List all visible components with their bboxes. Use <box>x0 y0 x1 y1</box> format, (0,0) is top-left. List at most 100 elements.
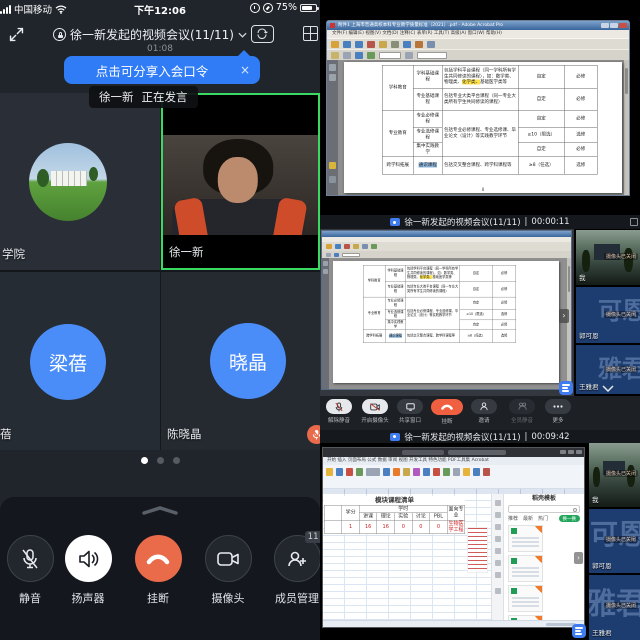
meeting-lock-icon <box>53 28 66 41</box>
minimize-icon[interactable] <box>8 26 25 43</box>
acrobat-document-area: 学科教育 学科基础课程 包括学科平台课程（同一学科所有学生共同修读的课程），如：… <box>322 258 571 389</box>
acrobat-window-mini: 学科教育 学科基础课程 包括学科平台课程（同一学科所有学生共同修读的课程），如：… <box>321 230 572 390</box>
participant-name-label: 我 <box>592 494 599 504</box>
avatar-initials: 可恩 <box>598 291 640 326</box>
meeting-app-icon <box>390 433 400 441</box>
window-controls[interactable] <box>601 23 627 28</box>
mute-all-button[interactable]: 全员静音 <box>504 399 540 424</box>
unmute-button[interactable]: 解除静音 <box>321 399 357 424</box>
participant-tile-wangyajun[interactable]: 雅君 摄像头已关闭 王雅君 <box>589 575 640 640</box>
pouch-icon[interactable] <box>329 162 336 169</box>
share-window-icon <box>406 403 415 411</box>
avatar-initials: 可恩 <box>590 513 640 553</box>
ribbon[interactable] <box>323 465 584 489</box>
acrobat-toolbar[interactable] <box>327 38 629 49</box>
acrobat-title-bar[interactable]: 附件1 上海市普通高校本科专业教学质量标准（2021）.pdf - Adobe … <box>327 21 629 30</box>
docer-tab-recommend[interactable]: 推荐 <box>508 515 518 522</box>
excel-title-bar[interactable] <box>323 448 584 457</box>
tooltip-text: 点击可分享入会口令 <box>64 61 240 80</box>
layout-grid-icon[interactable] <box>303 26 318 41</box>
switch-camera-icon[interactable] <box>251 25 274 43</box>
camera-off-label: 摄像头已关闭 <box>604 366 638 373</box>
members-button[interactable]: 11 成员管理 <box>267 535 320 606</box>
acrobat-side-panel[interactable] <box>327 60 338 195</box>
video-cell-chenxiaojing[interactable]: 晓晶 陈晓晶 <box>161 272 320 450</box>
share-window-button[interactable]: 共享窗口 <box>392 399 428 424</box>
members-label: 成员管理 <box>267 590 320 606</box>
camera-off-label: 摄像头已关闭 <box>604 311 638 318</box>
speaker-status: 正在发言 <box>142 89 188 105</box>
video-cell-speaker[interactable]: 徐一新 <box>161 93 320 270</box>
camera-button[interactable]: 摄像头 <box>198 535 258 606</box>
invite-button[interactable]: 邀请 <box>466 399 502 424</box>
hangup-button[interactable]: 挂断 <box>429 399 465 425</box>
bottom-control-sheet: 静音 扬声器 挂断 摄像头 <box>0 497 320 640</box>
video-cell-liangbei[interactable]: 梁蓓 蓓 <box>0 272 160 450</box>
video-cell-college[interactable]: 学院 <box>0 93 160 270</box>
red-annotation-note <box>467 527 488 573</box>
start-camera-button[interactable]: 开启摄像头 <box>357 399 393 424</box>
meeting-window-header: 徐一新发起的视频会议(11/11) | 00:09:42 <box>320 430 640 443</box>
hangup-button[interactable]: 挂断 <box>128 535 188 606</box>
header-separator: | <box>525 432 528 442</box>
mute-all-icon <box>518 402 527 411</box>
acrobat-menu-bar[interactable]: 文件(F) 编辑(E) 视图(V) 文档(D) 注释(C) 表单(R) 工具(T… <box>327 30 629 38</box>
strip-collapse-chevron-icon[interactable] <box>602 385 614 392</box>
wps-side-tab-bar[interactable] <box>491 494 503 620</box>
more-icon <box>553 405 563 408</box>
scrollbar[interactable] <box>624 60 629 195</box>
participant-name-label: 陈晓晶 <box>167 426 202 442</box>
template-thumbnail[interactable] <box>508 555 543 582</box>
speaker-name: 徐一新 <box>99 89 134 105</box>
participant-tile-me[interactable]: 摄像头已关闭 我 <box>576 230 640 285</box>
mute-label: 静音 <box>0 590 60 606</box>
docer-refresh-button[interactable]: 换一换 <box>559 515 581 522</box>
template-thumbnail[interactable] <box>508 585 543 612</box>
participant-tile-guokeen[interactable]: 可恩 摄像头已关闭 郭可恩 <box>589 509 640 573</box>
page-number: 8 <box>344 187 622 192</box>
meeting-app-icon <box>390 218 400 226</box>
header-separator: | <box>525 217 528 227</box>
shared-desktop: 学科教育 学科基础课程 包括学科平台课程（同一学科所有学生共同修读的课程），如：… <box>320 229 574 396</box>
window-controls[interactable] <box>560 450 582 454</box>
member-add-icon <box>286 549 308 569</box>
next-page-arrow[interactable]: › <box>559 309 569 323</box>
sheet-handle[interactable] <box>141 506 179 515</box>
hangup-icon <box>441 404 453 410</box>
ribbon-tabs[interactable]: 开始 插入 页面布局 公式 数据 审阅 视图 开发工具 特色功能 PDF工具集 … <box>323 457 584 465</box>
participant-name-label: 郭可恩 <box>579 330 599 340</box>
mute-button[interactable]: 静音 <box>0 535 60 606</box>
share-passcode-tooltip[interactable]: 点击可分享入会口令 × <box>64 56 260 84</box>
speaker-button[interactable]: 扬声器 <box>58 535 118 606</box>
battery-icon <box>300 4 317 12</box>
status-bar: 中国移动 下午12:06 75% <box>0 0 320 16</box>
carousel-next-icon[interactable]: › <box>574 552 583 564</box>
scrollbar[interactable] <box>567 258 571 389</box>
annotation-bubble-icon[interactable] <box>559 381 573 395</box>
sheet-title: 模块课程清单 <box>324 496 465 505</box>
chevron-down-icon <box>238 32 247 38</box>
acrobat-toolbar-2[interactable] <box>327 49 629 60</box>
meeting-title[interactable]: 徐一新发起的视频会议(11/11) <box>40 26 260 43</box>
pdf-table: 学科教育 学科基础课程 包括学科平台课程（同一学科所有学生共同修读的课程），如：… <box>382 65 598 175</box>
participant-tile-guokeen[interactable]: 可恩 摄像头已关闭 郭可恩 <box>576 287 640 343</box>
camera-off-label: 摄像头已关闭 <box>604 602 638 609</box>
participant-name-label: 王雅君 <box>592 627 612 637</box>
avatar <box>29 143 107 221</box>
template-thumbnail[interactable] <box>508 525 543 552</box>
annotation-bubble-icon[interactable] <box>572 624 586 638</box>
template-search-input[interactable] <box>508 505 580 513</box>
tooltip-close-icon[interactable]: × <box>240 63 260 77</box>
participant-tile-me[interactable]: 摄像头已关闭 我 <box>589 443 640 507</box>
close-button[interactable] <box>619 23 627 28</box>
acrobat-document-area: 学科教育 学科基础课程 包括学科平台课程（同一学科所有学生共同修读的课程），如：… <box>327 60 629 195</box>
header-timer: 00:00:11 <box>531 217 569 227</box>
expand-icon[interactable] <box>630 218 638 226</box>
docer-tab-newest[interactable]: 最新 <box>523 515 533 522</box>
participant-name-label: 郭可恩 <box>592 560 612 570</box>
spreadsheet[interactable]: 模块课程清单 学分 学时 面向专业 讲课 理论 实验 <box>323 494 491 620</box>
orientation-lock-icon <box>250 3 260 13</box>
docer-tab-hot[interactable]: 热门 <box>538 515 548 522</box>
panel-acrobat-fullscreen: 附件1 上海市普通高校本科专业教学质量标准（2021）.pdf - Adobe … <box>320 0 640 215</box>
more-button[interactable]: 更多 <box>540 399 576 424</box>
